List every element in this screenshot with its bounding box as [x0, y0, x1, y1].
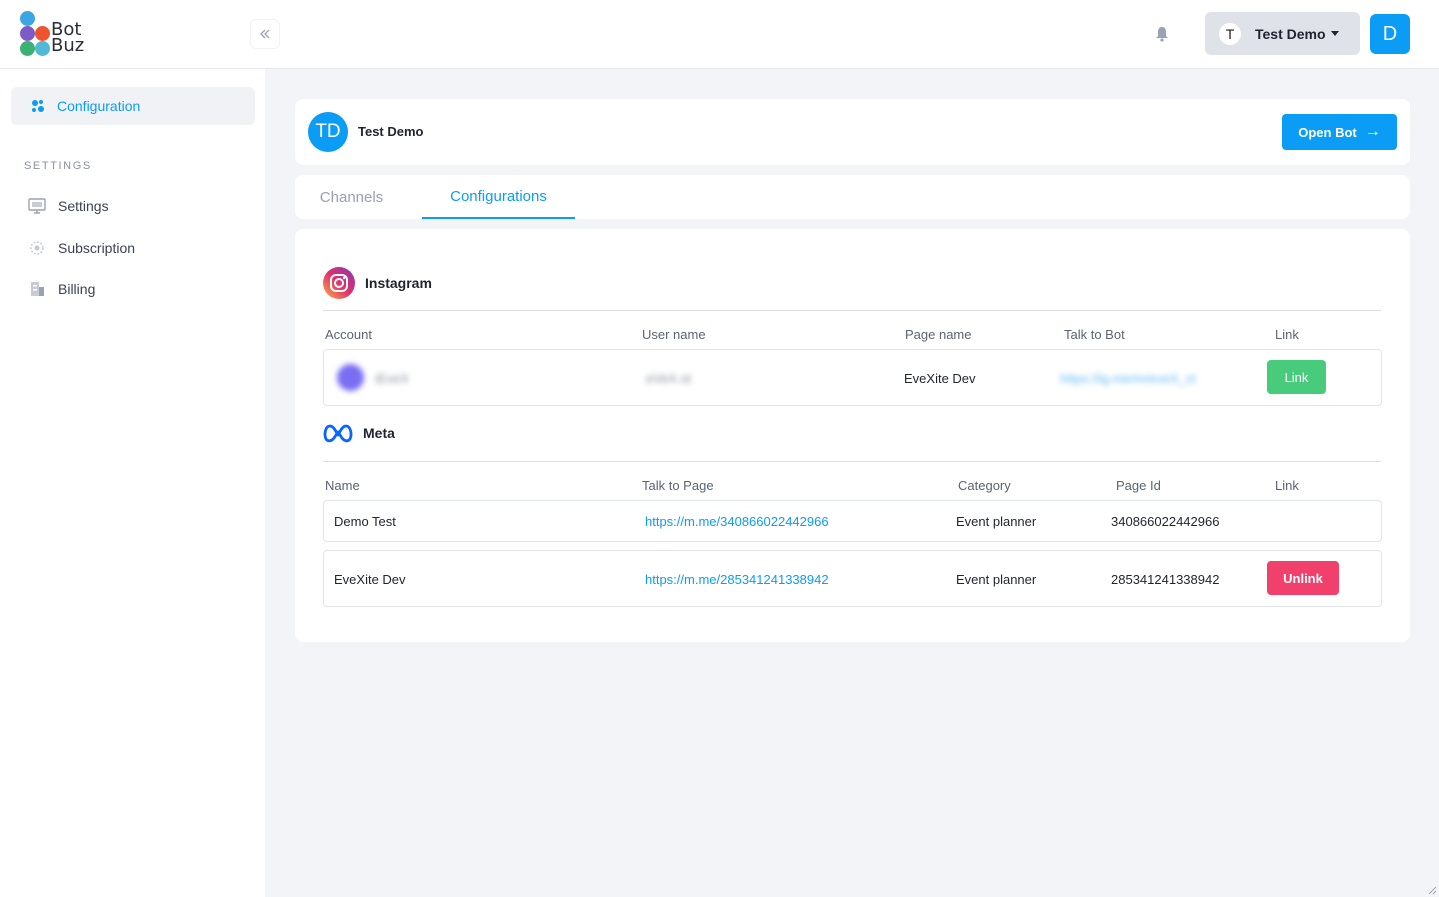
tab-configurations[interactable]: Configurations	[422, 175, 575, 219]
user-name-cell: eVeX.st	[646, 371, 691, 386]
link-button[interactable]: Link	[1267, 360, 1326, 394]
divider	[323, 310, 1381, 311]
sidebar-item-configuration[interactable]: Configuration	[11, 87, 255, 125]
logo-text-line2: Buz	[51, 35, 85, 56]
double-chevron-left-icon	[260, 29, 270, 39]
column-header-talk-to-page: Talk to Page	[642, 478, 714, 493]
meta-section-header: Meta	[323, 422, 395, 444]
instagram-icon	[323, 267, 355, 299]
sidebar-item-billing[interactable]: Billing	[24, 274, 254, 304]
logo-dot	[20, 26, 35, 41]
account-avatar	[337, 364, 364, 391]
column-header-user-name: User name	[642, 327, 706, 342]
logo-dot	[35, 41, 50, 56]
user-initial-avatar: T	[1219, 22, 1241, 45]
column-header-link: Link	[1275, 478, 1299, 493]
open-bot-button[interactable]: Open Bot →	[1282, 114, 1397, 150]
sidebar-item-subscription[interactable]: Subscription	[24, 233, 254, 263]
sidebar-item-label: Subscription	[58, 240, 136, 256]
meta-section-title: Meta	[363, 425, 395, 441]
bot-header-card: TD Test Demo Open Bot →	[295, 99, 1410, 165]
user-menu-dropdown[interactable]: T Test Demo	[1205, 12, 1360, 55]
account-avatar-button[interactable]: D	[1370, 14, 1410, 54]
logo-text: Bot Buz	[51, 21, 85, 56]
logo-dot	[20, 11, 35, 26]
sidebar-item-label: Configuration	[57, 98, 141, 114]
bot-avatar: TD	[308, 112, 348, 152]
talk-to-page-link[interactable]: https://m.me/285341241338942	[645, 572, 829, 587]
sidebar-item-label: Billing	[58, 281, 96, 297]
column-header-category: Category	[958, 478, 1011, 493]
arrow-right-icon: →	[1364, 123, 1381, 140]
talk-to-bot-link[interactable]: https://ig.me/m/eveX_ct	[1060, 371, 1196, 386]
divider	[323, 461, 1381, 462]
billing-icon	[28, 280, 46, 298]
table-row: iEveX eVeX.st EveXite Dev https://ig.me/…	[323, 349, 1382, 406]
table-row: EveXite Dev https://m.me/285341241338942…	[323, 550, 1382, 607]
subscription-icon	[28, 239, 46, 257]
talk-to-page-link[interactable]: https://m.me/340866022442966	[645, 514, 829, 529]
user-name: Test Demo	[1255, 25, 1326, 42]
logo-dot	[35, 26, 50, 41]
account-name: iEveX	[375, 371, 409, 386]
collapse-sidebar-button[interactable]	[250, 19, 280, 49]
meta-name-cell: Demo Test	[334, 514, 396, 529]
tabs-bar: Channels Configurations	[295, 175, 1410, 219]
page-id-cell: 340866022442966	[1111, 514, 1220, 529]
instagram-section-header: Instagram	[323, 267, 432, 299]
column-header-account: Account	[325, 327, 372, 342]
table-row: Demo Test https://m.me/340866022442966 E…	[323, 500, 1382, 542]
open-bot-label: Open Bot	[1298, 124, 1357, 140]
unlink-button[interactable]: Unlink	[1267, 561, 1339, 595]
resize-grip-icon[interactable]	[1427, 885, 1437, 895]
botbuz-logo[interactable]: Bot Buz	[19, 11, 89, 57]
bell-icon	[1156, 27, 1168, 42]
instagram-section-title: Instagram	[365, 275, 432, 291]
configuration-icon	[29, 97, 47, 115]
meta-logo-icon	[323, 424, 353, 443]
notifications-bell-button[interactable]	[1151, 22, 1173, 46]
column-header-talk-to-bot: Talk to Bot	[1064, 327, 1125, 342]
category-cell: Event planner	[956, 514, 1037, 529]
bot-name: Test Demo	[358, 124, 424, 139]
logo-dot	[20, 41, 35, 56]
column-header-name: Name	[325, 478, 360, 493]
sidebar-item-label: Settings	[58, 198, 109, 214]
page-name-cell: EveXite Dev	[904, 371, 976, 386]
sidebar-section-title: SETTINGS	[24, 160, 92, 172]
sidebar: Configuration SETTINGS Settings Subscrip…	[0, 69, 265, 897]
category-cell: Event planner	[956, 572, 1037, 587]
column-header-page-id: Page Id	[1116, 478, 1161, 493]
tab-channels[interactable]: Channels	[295, 175, 408, 219]
sidebar-item-settings[interactable]: Settings	[24, 191, 254, 221]
caret-down-icon	[1330, 31, 1339, 36]
page-id-cell: 285341241338942	[1111, 572, 1220, 587]
meta-name-cell: EveXite Dev	[334, 572, 406, 587]
column-header-page-name: Page name	[905, 327, 972, 342]
configurations-panel: Instagram Account User name Page name Ta…	[295, 229, 1410, 642]
column-header-link: Link	[1275, 327, 1299, 342]
monitor-icon	[28, 197, 46, 215]
top-header: Bot Buz T Test Demo D	[0, 0, 1439, 69]
